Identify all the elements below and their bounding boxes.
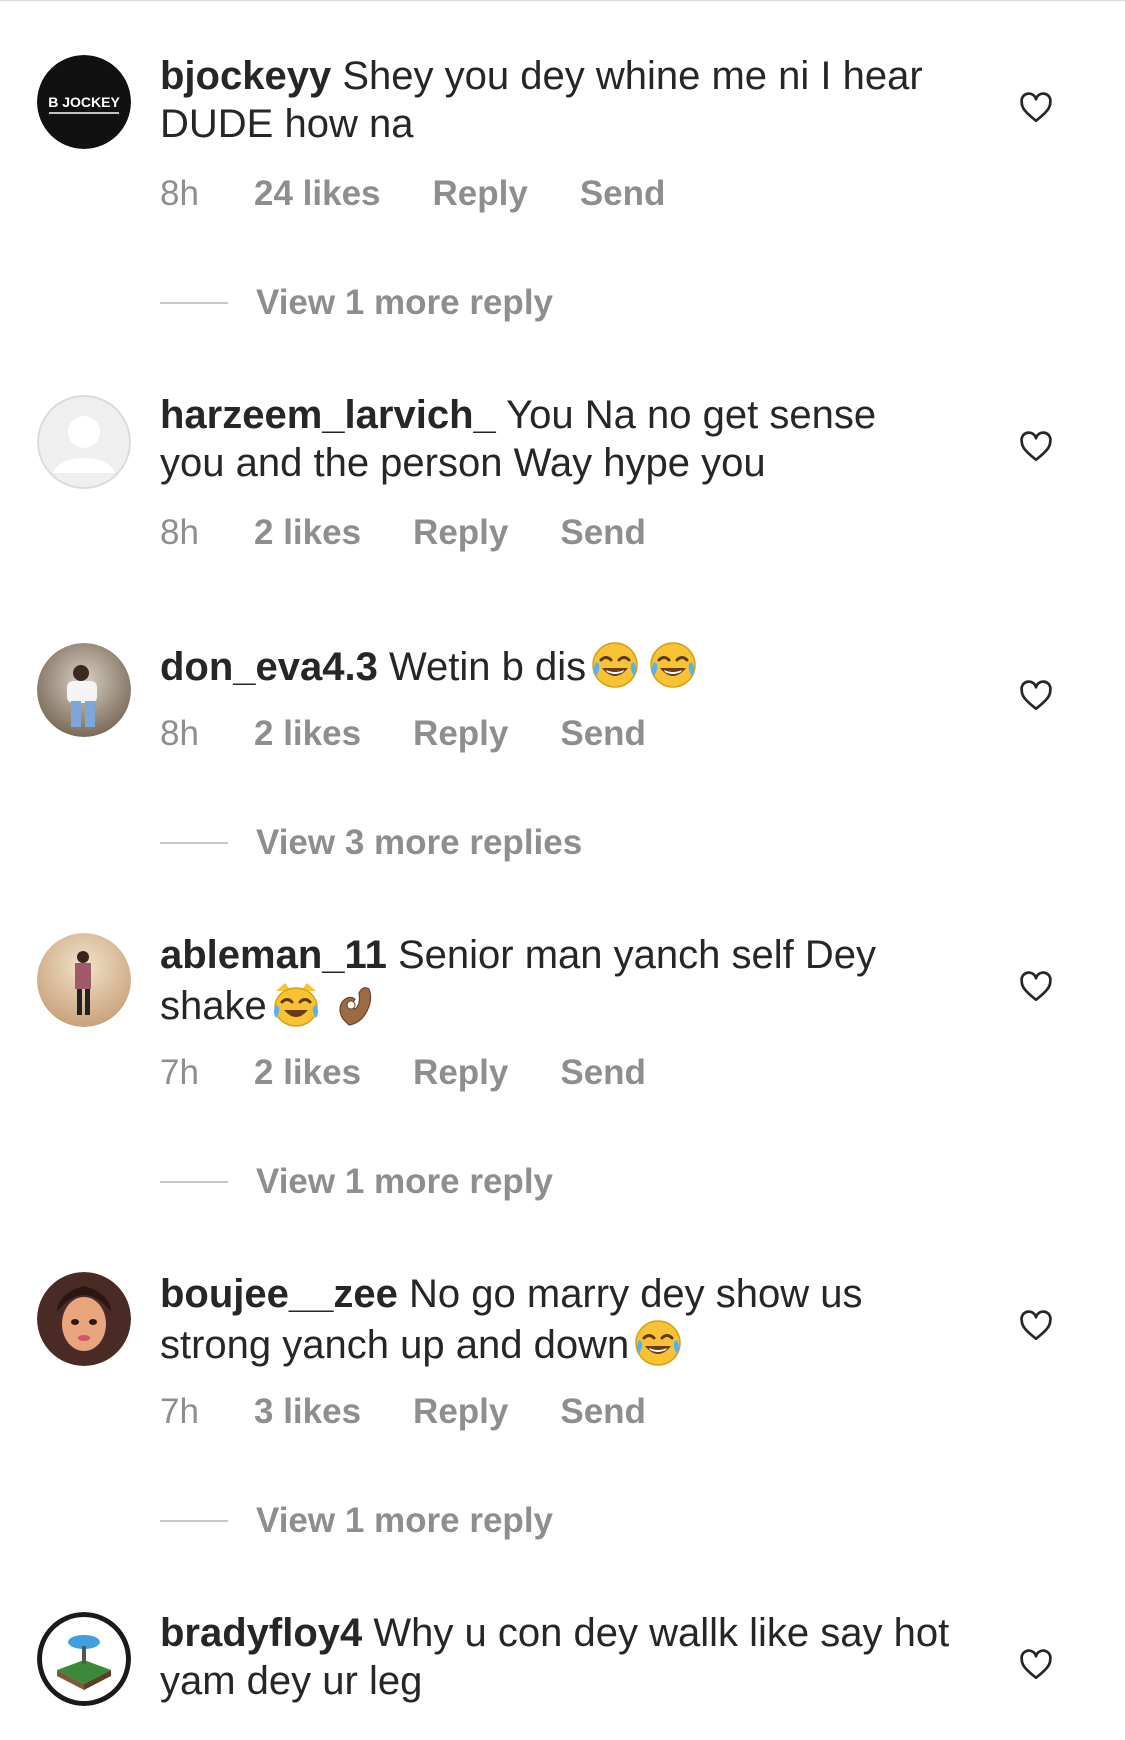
comment-likes[interactable]: 2 likes: [254, 513, 361, 553]
replies-divider: [160, 842, 228, 844]
send-button[interactable]: Send: [560, 513, 646, 553]
comment-username[interactable]: boujee__zee: [160, 1272, 398, 1316]
comment-time: 8h: [160, 513, 199, 552]
view-replies-button[interactable]: View 1 more reply: [160, 1501, 553, 1541]
reply-button[interactable]: Reply: [413, 513, 508, 553]
comment-meta: 8h 2 likes Reply Send: [160, 714, 646, 754]
comment-text: Wetin b dis: [389, 645, 587, 689]
face-with-tears-of-joy-icon: [648, 640, 698, 690]
heart-outline-icon[interactable]: [1018, 678, 1054, 714]
comment-username[interactable]: ableman_11: [160, 933, 387, 977]
reply-button[interactable]: Reply: [413, 1053, 508, 1093]
comment-time: 7h: [160, 1392, 199, 1431]
top-divider: [0, 0, 1125, 1]
send-button[interactable]: Send: [560, 714, 646, 754]
comment-body: boujee__zee No go marry dey show us stro…: [160, 1270, 950, 1369]
replies-divider: [160, 1520, 228, 1522]
comment-username[interactable]: harzeem_larvich_: [160, 393, 496, 437]
avatar[interactable]: [37, 395, 131, 489]
reply-button[interactable]: Reply: [433, 174, 528, 214]
comment-body: bjockeyy Shey you dey whine me ni I hear…: [160, 52, 950, 148]
avatar[interactable]: [37, 933, 131, 1027]
avatar-logo-text: B JOCKEY: [48, 94, 120, 110]
comment-likes[interactable]: 3 likes: [254, 1392, 361, 1432]
comment-time: 8h: [160, 174, 199, 213]
view-replies-button[interactable]: View 1 more reply: [160, 1162, 553, 1202]
cat-with-tears-of-joy-icon: [271, 979, 321, 1029]
comment-body: harzeem_larvich_ You Na no get sense you…: [160, 391, 950, 487]
comment-likes[interactable]: 2 likes: [254, 1053, 361, 1093]
send-button[interactable]: Send: [560, 1053, 646, 1093]
comment-meta: 7h 3 likes Reply Send: [160, 1392, 646, 1432]
ok-hand-icon: [329, 979, 379, 1029]
reply-button[interactable]: Reply: [413, 714, 508, 754]
comment-likes[interactable]: 24 likes: [254, 174, 381, 214]
heart-outline-icon[interactable]: [1018, 1308, 1054, 1344]
comment-meta: 8h 2 likes Reply Send: [160, 513, 646, 553]
view-replies-label: View 1 more reply: [256, 283, 554, 322]
comment-body: don_eva4.3 Wetin b dis: [160, 640, 950, 691]
comment-username[interactable]: bradyfloy4: [160, 1611, 362, 1655]
avatar[interactable]: B JOCKEY: [37, 55, 131, 149]
comment-body: ableman_11 Senior man yanch self Dey sha…: [160, 931, 950, 1030]
view-replies-button[interactable]: View 1 more reply: [160, 283, 553, 323]
comment-likes[interactable]: 2 likes: [254, 714, 361, 754]
view-replies-button[interactable]: View 3 more replies: [160, 823, 582, 863]
view-replies-label: View 1 more reply: [256, 1162, 554, 1201]
comment-meta: 7h 2 likes Reply Send: [160, 1053, 646, 1093]
face-with-tears-of-joy-icon: [590, 640, 640, 690]
comment-meta: 8h 24 likes Reply Send: [160, 174, 665, 214]
comment-username[interactable]: don_eva4.3: [160, 645, 378, 689]
comment-body: bradyfloy4 Why u con dey wallk like say …: [160, 1609, 950, 1705]
view-replies-label: View 1 more reply: [256, 1501, 554, 1540]
heart-outline-icon[interactable]: [1018, 429, 1054, 465]
reply-button[interactable]: Reply: [413, 1392, 508, 1432]
heart-outline-icon[interactable]: [1018, 1647, 1054, 1683]
face-with-tears-of-joy-icon: [633, 1318, 683, 1368]
replies-divider: [160, 1181, 228, 1183]
comment-time: 8h: [160, 714, 199, 753]
avatar[interactable]: [37, 1272, 131, 1366]
heart-outline-icon[interactable]: [1018, 969, 1054, 1005]
comment-time: 7h: [160, 1053, 199, 1092]
send-button[interactable]: Send: [560, 1392, 646, 1432]
comment-username[interactable]: bjockeyy: [160, 54, 331, 98]
avatar[interactable]: [37, 643, 131, 737]
heart-outline-icon[interactable]: [1018, 90, 1054, 126]
view-replies-label: View 3 more replies: [256, 823, 583, 862]
send-button[interactable]: Send: [580, 174, 666, 214]
replies-divider: [160, 302, 228, 304]
avatar[interactable]: [37, 1612, 131, 1706]
